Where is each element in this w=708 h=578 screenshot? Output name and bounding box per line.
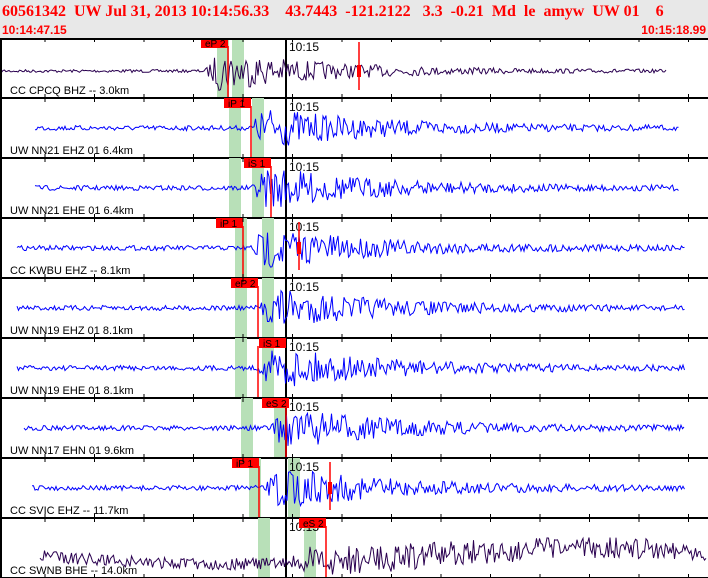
- trace-panel: 10:15 iP 1 CC SVIC EHZ -- 11.7km: [0, 458, 708, 519]
- station-label: UW NN19 EHZ 01 8.1km: [10, 325, 133, 337]
- waveform: [39, 536, 707, 575]
- minute-label: 10:15: [289, 400, 319, 414]
- trace-panel: 10:15eS 2CC SWNB BHE -- 14.0km: [0, 518, 708, 578]
- amplitude-box: [297, 242, 301, 254]
- station-label: CC SWNB BHE -- 14.0km: [10, 565, 137, 577]
- waveform: [16, 232, 685, 268]
- station-label: CC SVIC EHZ -- 11.7km: [10, 505, 128, 517]
- pick-label: iP 1: [236, 459, 253, 470]
- station-label: UW NN17 EHN 01 9.6km: [10, 445, 134, 457]
- waveform: [32, 470, 685, 508]
- waveform: [16, 289, 685, 324]
- minute-label: 10:15: [289, 460, 319, 474]
- trace-panel: 10:15iP 1UW NN21 EHZ 01 6.4km: [0, 98, 708, 159]
- pick-window: [252, 98, 264, 158]
- minute-label: 10:15: [289, 280, 319, 294]
- start-time: 10:14:47.15: [2, 23, 67, 37]
- waveform: [16, 350, 685, 387]
- pick-label: iS 1: [263, 339, 281, 350]
- pick-label: iS 1: [248, 159, 266, 170]
- station-label: UW NN21 EHZ 01 6.4km: [10, 145, 133, 157]
- pick-label: iP 1: [220, 219, 237, 230]
- event-header: 60561342 UW Jul 31, 2013 10:14:56.33 43.…: [0, 0, 708, 38]
- station-label: UW NN19 EHE 01 8.1km: [10, 385, 133, 397]
- waveform: [23, 411, 685, 446]
- minute-label: 10:15: [289, 340, 319, 354]
- pick-label: eP 2: [235, 279, 256, 290]
- minute-label: 10:15: [289, 160, 319, 174]
- station-label: UW NN21 EHE 01 6.4km: [10, 205, 133, 217]
- trace-panel: 10:15 eP 2 CC CPCQ BHZ -- 3.0km: [0, 38, 708, 99]
- end-time: 10:15:18.99: [641, 23, 706, 37]
- trace-panel: 10:15 iS 1 UW NN21 EHE 01 6.4km: [0, 158, 708, 219]
- seismogram-plot[interactable]: 10:15eP 2CC CPCQ BHZ -- 3.0km10:15iP 1UW…: [0, 38, 708, 578]
- pick-label: eS 2: [303, 519, 324, 530]
- minute-label: 10:15: [289, 100, 319, 114]
- trace-panel: 10:15 iS 1 UW NN19 EHE 01 8.1km: [0, 338, 708, 399]
- trace-panel: 10:15 eP 2 UW NN19 EHZ 01 8.1km: [0, 278, 708, 339]
- minute-label: 10:15: [289, 40, 319, 54]
- station-label: CC CPCQ BHZ -- 3.0km: [10, 85, 129, 97]
- trace-panel: 10:15eS 2 UW NN17 EHN 01 9.6km: [0, 398, 708, 459]
- event-title: 60561342 UW Jul 31, 2013 10:14:56.33 43.…: [2, 3, 664, 20]
- amplitude-box: [357, 65, 361, 77]
- pick-label: eP 2: [205, 39, 226, 50]
- waveform: [34, 110, 679, 146]
- trace-panel: 10:15 iP 1 CC KWBU EHZ -- 8.1km: [0, 218, 708, 279]
- pick-window: [258, 518, 270, 578]
- minute-label: 10:15: [289, 220, 319, 234]
- pick-window: [229, 158, 241, 218]
- amplitude-box: [328, 482, 332, 494]
- station-label: CC KWBU EHZ -- 8.1km: [10, 265, 130, 277]
- pick-label: eS 2: [266, 399, 287, 410]
- waveform: [34, 170, 679, 207]
